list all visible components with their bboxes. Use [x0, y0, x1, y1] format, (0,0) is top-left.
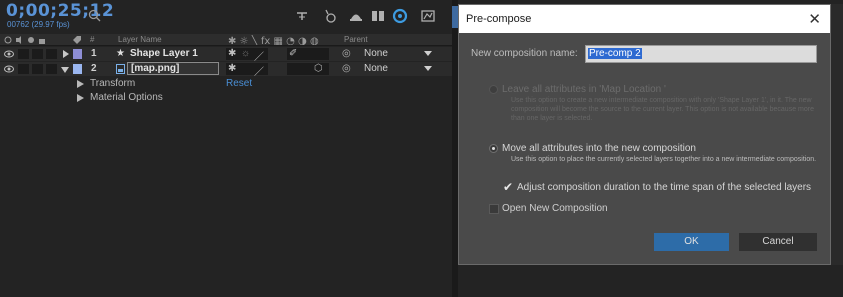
- expand-arrow-icon[interactable]: [77, 94, 84, 102]
- label-color-swatch[interactable]: [73, 64, 82, 74]
- col-parent[interactable]: Parent: [344, 35, 368, 44]
- layer-name[interactable]: Shape Layer 1: [130, 48, 198, 59]
- dialog-titlebar: Pre-compose ✕: [459, 5, 830, 33]
- pre-compose-dialog: Pre-compose ✕ New composition name: Pre-…: [458, 4, 831, 265]
- after-effects-window: 0;00;25;12 00762 (29.97 fps) # Layer Nam…: [0, 0, 843, 297]
- av-features-icons: [4, 36, 45, 44]
- adjust-duration-label: Adjust composition duration to the time …: [517, 182, 812, 193]
- property-row[interactable]: Transform Reset: [0, 77, 452, 91]
- ok-button[interactable]: OK: [654, 233, 729, 251]
- lock-toggle[interactable]: [46, 49, 57, 59]
- 3d-layer-switch-icon[interactable]: ⬡: [314, 63, 323, 74]
- composition-name-input[interactable]: Pre-comp 2: [585, 45, 817, 63]
- shy-switch-icon[interactable]: ✱: [228, 48, 236, 59]
- layer-column-header: # Layer Name ✱ ☼ ╲ fx ▦ ◔ ◑ ◍ Parent: [0, 34, 452, 46]
- layer-index: 2: [91, 63, 97, 74]
- expand-arrow-icon[interactable]: [62, 50, 70, 58]
- label-tag-icon: [73, 36, 81, 44]
- parent-select-value[interactable]: None: [364, 48, 388, 59]
- shy-switch-icon[interactable]: ✱: [228, 63, 236, 74]
- timecode-area: 0;00;25;12 00762 (29.97 fps): [0, 0, 452, 34]
- image-file-icon: [116, 64, 125, 74]
- open-new-composition-checkbox[interactable]: [489, 204, 499, 214]
- pickwhip-icon[interactable]: ◎: [342, 48, 351, 59]
- property-name: Material Options: [90, 92, 163, 103]
- chevron-down-icon[interactable]: [424, 66, 432, 71]
- move-attributes-label: Move all attributes into the new composi…: [502, 143, 696, 154]
- property-row[interactable]: Material Options: [0, 91, 452, 105]
- expand-arrow-icon[interactable]: [77, 80, 84, 88]
- background-panel: [831, 4, 843, 265]
- layer-name[interactable]: [map.png]: [131, 63, 179, 74]
- lock-toggle[interactable]: [46, 64, 57, 74]
- collapse-switch-icon[interactable]: ☼: [241, 48, 250, 59]
- effect-switch-icon[interactable]: ✐: [289, 48, 297, 59]
- composition-name-value: Pre-comp 2: [588, 48, 642, 59]
- audio-toggle[interactable]: [18, 49, 29, 59]
- quality-switch-icon[interactable]: ／: [254, 63, 264, 78]
- chevron-down-icon[interactable]: [424, 51, 432, 56]
- leave-attributes-label: Leave all attributes in 'Map Location ': [502, 84, 666, 95]
- background-panel: [458, 265, 843, 297]
- radio-selected-dot: [492, 147, 495, 150]
- svg-text:✱ ☼ ╲ fx ▦ ◔ ◑ ◍: ✱ ☼ ╲ fx ▦ ◔ ◑ ◍: [228, 35, 319, 45]
- solo-toggle[interactable]: [32, 64, 43, 74]
- layer-row[interactable]: 1 ★ Shape Layer 1 ✱ ☼ ／ ✐ ◎ None: [0, 47, 452, 63]
- leave-attributes-description: Use this option to create a new intermed…: [511, 97, 814, 122]
- move-attributes-radio[interactable]: [489, 144, 498, 153]
- move-attributes-description: Use this option to place the currently s…: [511, 156, 817, 163]
- leave-attributes-radio[interactable]: [489, 85, 498, 94]
- frame-count: 00762 (29.97 fps): [7, 20, 70, 29]
- star-icon: ★: [116, 48, 125, 59]
- search-icon[interactable]: [88, 9, 104, 23]
- audio-toggle[interactable]: [18, 64, 29, 74]
- col-layer-name[interactable]: Layer Name: [118, 35, 162, 44]
- graph-editor-icon[interactable]: [420, 8, 436, 24]
- timeline-panel: 0;00;25;12 00762 (29.97 fps) # Layer Nam…: [0, 0, 452, 297]
- shy-layers-icon[interactable]: [348, 8, 364, 24]
- motion-blur-icon[interactable]: [392, 8, 408, 24]
- reset-link[interactable]: Reset: [226, 78, 252, 89]
- collapse-arrow-icon[interactable]: [61, 66, 69, 74]
- col-number: #: [90, 35, 95, 44]
- composition-name-label: New composition name:: [471, 48, 578, 59]
- property-name: Transform: [90, 78, 136, 89]
- open-new-composition-label: Open New Composition: [502, 203, 608, 214]
- label-color-swatch[interactable]: [73, 49, 82, 59]
- solo-toggle[interactable]: [32, 49, 43, 59]
- frame-blending-icon[interactable]: [370, 8, 386, 24]
- dialog-title: Pre-compose: [466, 13, 532, 25]
- eye-icon[interactable]: [4, 65, 14, 73]
- layer-switches-icons: ✱ ☼ ╲ fx ▦ ◔ ◑ ◍: [228, 35, 319, 45]
- cancel-button[interactable]: Cancel: [739, 233, 817, 251]
- layer-index: 1: [91, 48, 97, 59]
- parent-select-value[interactable]: None: [364, 63, 388, 74]
- comp-mini-flowchart-icon[interactable]: [294, 8, 310, 24]
- layer-row[interactable]: 2 [map.png] ✱ ／ ⬡ ◎ None: [0, 62, 452, 78]
- draft-3d-icon[interactable]: [322, 8, 338, 24]
- eye-icon[interactable]: [4, 50, 14, 58]
- close-icon[interactable]: ✕: [808, 10, 821, 28]
- quality-switch-icon[interactable]: ／: [254, 48, 264, 63]
- pickwhip-icon[interactable]: ◎: [342, 63, 351, 74]
- adjust-duration-checkbox[interactable]: ✔: [503, 180, 513, 194]
